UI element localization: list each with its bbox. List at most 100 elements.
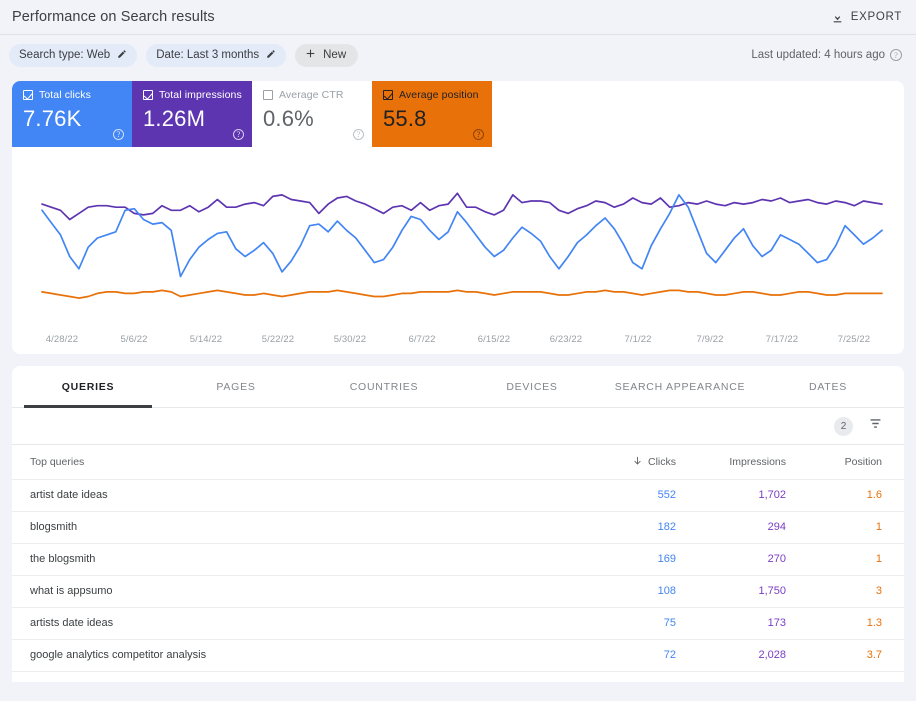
- chip-label: Search type: Web: [19, 49, 111, 61]
- x-axis-tick: 5/30/22: [333, 333, 367, 345]
- chart-line-total-clicks: [41, 194, 883, 278]
- metric-value: 0.6%: [263, 106, 314, 131]
- table-row[interactable]: what is appsumo 108 1,750 3: [12, 575, 904, 608]
- page-title: Performance on Search results: [12, 9, 215, 25]
- table-row[interactable]: artists date ideas 75 173 1.3: [12, 607, 904, 640]
- filter-chip-search-type[interactable]: Search type: Web: [9, 43, 138, 67]
- cell-clicks: 182: [568, 511, 686, 544]
- chart-line-total-impressions: [41, 192, 883, 221]
- cell-clicks: 552: [568, 479, 686, 512]
- x-axis-tick: 5/6/22: [120, 333, 148, 345]
- table-row[interactable]: blogsmith 182 294 1: [12, 511, 904, 544]
- help-circle-icon[interactable]: ?: [890, 49, 902, 61]
- x-axis-tick: 5/22/22: [261, 333, 295, 345]
- table-toolbar: 2: [12, 408, 904, 445]
- cell-query: what is appsumo: [12, 575, 568, 608]
- help-circle-icon[interactable]: ?: [353, 129, 364, 140]
- cell-query: artists date ideas: [12, 607, 568, 640]
- x-axis-tick: 6/23/22: [549, 333, 583, 345]
- table-row[interactable]: artist date ideas 552 1,702 1.6: [12, 479, 904, 512]
- cell-position: 1: [796, 511, 904, 544]
- metric-card-average-ctr[interactable]: Average CTR 0.6% ?: [252, 81, 372, 147]
- checkbox-total-clicks[interactable]: [23, 90, 33, 100]
- tab-queries[interactable]: QUERIES: [14, 366, 162, 407]
- cell-query: google analytics competitor analysis: [12, 639, 568, 672]
- checkbox-average-ctr[interactable]: [263, 90, 273, 100]
- cell-position: 3.7: [796, 639, 904, 672]
- download-icon: [831, 11, 844, 24]
- metric-value: 55.8: [383, 106, 427, 131]
- table-body: artist date ideas 552 1,702 1.6 blogsmith 182…: [12, 479, 904, 672]
- x-axis-tick: 4/28/22: [45, 333, 79, 345]
- cell-query: the blogsmith: [12, 543, 568, 576]
- cell-impressions: 173: [686, 607, 796, 640]
- metric-cards: Total clicks 7.76K ? Total impressions 1…: [12, 81, 904, 147]
- checkbox-total-impressions[interactable]: [143, 90, 153, 100]
- column-header-impressions[interactable]: Impressions: [686, 445, 796, 480]
- metric-card-total-impressions[interactable]: Total impressions 1.26M ?: [132, 81, 252, 147]
- metric-value: 1.26M: [143, 106, 206, 131]
- tab-search-appearance[interactable]: SEARCH APPEARANCE: [606, 366, 754, 407]
- cell-clicks: 108: [568, 575, 686, 608]
- chart-x-axis: 4/28/22 5/6/22 5/14/22 5/22/22 5/30/22 6/7/22…: [12, 327, 904, 351]
- queries-table: Top queries Clicks Impressions Position …: [12, 445, 904, 672]
- column-header-query[interactable]: Top queries: [12, 445, 568, 480]
- cell-position: 3: [796, 575, 904, 608]
- x-axis-tick: 5/14/22: [189, 333, 223, 345]
- metric-label: Total clicks: [39, 89, 91, 101]
- metric-card-average-position[interactable]: Average position 55.8 ?: [372, 81, 492, 147]
- column-header-position[interactable]: Position: [796, 445, 904, 480]
- x-axis-tick: 6/7/22: [408, 333, 436, 345]
- x-axis-tick: 6/15/22: [477, 333, 511, 345]
- filter-list-icon[interactable]: [867, 415, 884, 437]
- help-circle-icon[interactable]: ?: [473, 129, 484, 140]
- export-button[interactable]: EXPORT: [831, 11, 902, 24]
- arrow-down-icon: [632, 455, 643, 469]
- table-header-row: Top queries Clicks Impressions Position: [12, 445, 904, 480]
- column-header-clicks-label: Clicks: [648, 455, 676, 468]
- add-filter-button[interactable]: New: [295, 43, 359, 67]
- tab-devices[interactable]: DEVICES: [458, 366, 606, 407]
- table-row[interactable]: google analytics competitor analysis 72 2,…: [12, 639, 904, 672]
- cell-impressions: 1,702: [686, 479, 796, 512]
- pencil-icon: [266, 49, 276, 62]
- metric-card-total-clicks[interactable]: Total clicks 7.76K ?: [12, 81, 132, 147]
- cell-position: 1: [796, 543, 904, 576]
- checkbox-average-position[interactable]: [383, 90, 393, 100]
- x-axis-tick: 7/17/22: [765, 333, 799, 345]
- x-axis-tick: 7/1/22: [624, 333, 652, 345]
- pencil-icon: [117, 49, 127, 62]
- export-label: EXPORT: [850, 11, 902, 23]
- performance-chart-card: Total clicks 7.76K ? Total impressions 1…: [12, 81, 904, 354]
- x-axis-tick: 7/25/22: [837, 333, 871, 345]
- metric-label: Average position: [399, 89, 479, 101]
- help-circle-icon[interactable]: ?: [113, 129, 124, 140]
- last-updated: Last updated: 4 hours ago ?: [751, 49, 902, 61]
- cell-clicks: 75: [568, 607, 686, 640]
- table-row[interactable]: the blogsmith 169 270 1: [12, 543, 904, 576]
- table-head: Top queries Clicks Impressions Position: [12, 445, 904, 480]
- metric-label: Total impressions: [159, 89, 242, 101]
- x-axis-tick: 7/9/22: [696, 333, 724, 345]
- filter-bar: Search type: Web Date: Last 3 months New…: [0, 35, 916, 75]
- dimension-table-card: QUERIES PAGES COUNTRIES DEVICES SEARCH APPEA…: [12, 366, 904, 682]
- tab-dates[interactable]: DATES: [754, 366, 902, 407]
- cell-query: artist date ideas: [12, 479, 568, 512]
- chip-label: Date: Last 3 months: [156, 49, 260, 61]
- chart-svg: [41, 192, 883, 299]
- metric-label: Average CTR: [279, 89, 344, 101]
- cell-position: 1.6: [796, 479, 904, 512]
- cell-query: blogsmith: [12, 511, 568, 544]
- filter-chips: Search type: Web Date: Last 3 months New: [9, 43, 359, 67]
- cell-clicks: 72: [568, 639, 686, 672]
- performance-line-chart[interactable]: [12, 147, 904, 327]
- cell-position: 1.3: [796, 607, 904, 640]
- chart-line-average-position: [41, 289, 883, 299]
- column-header-clicks[interactable]: Clicks: [568, 445, 686, 480]
- chip-label: New: [323, 49, 347, 61]
- filter-chip-date[interactable]: Date: Last 3 months: [146, 43, 287, 67]
- tab-countries[interactable]: COUNTRIES: [310, 366, 458, 407]
- help-circle-icon[interactable]: ?: [233, 129, 244, 140]
- tab-pages[interactable]: PAGES: [162, 366, 310, 407]
- filter-count-badge[interactable]: 2: [834, 416, 853, 436]
